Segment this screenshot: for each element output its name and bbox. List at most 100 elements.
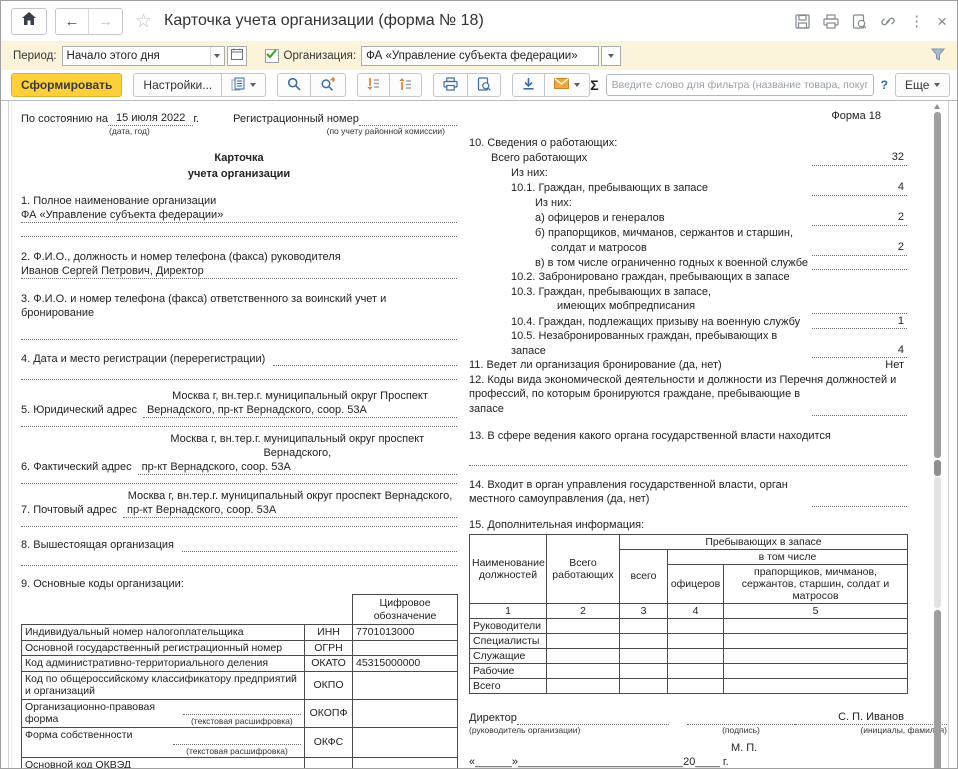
vertical-scrollbar[interactable] [933,101,942,768]
more-menu-icon[interactable]: ⋮ [909,14,924,29]
item2-value: Иванов Сергей Петрович, Директор [21,264,457,279]
form-left-column: По состоянию на 15 июля 2022 г. Регистра… [21,111,457,769]
expand-groups-button[interactable] [389,73,422,97]
print-preview-button[interactable] [467,73,501,97]
scrollbar-grip[interactable] [934,460,941,476]
codes-row-inn: Индивидуальный номер налогоплательщика И… [22,625,458,641]
as-of-suffix: г. [193,112,199,126]
director-caption: (руководитель организации) [469,725,669,735]
forward-icon: → [98,13,113,30]
forward-button[interactable]: → [89,9,122,34]
item4-line [273,365,457,366]
item7-extra-line [21,518,457,527]
t15-header-soldiers: прапорщиков, мичманов, сержантов, старши… [724,564,908,603]
close-icon[interactable]: × [937,13,947,30]
history-nav: ← → [55,8,123,35]
home-button[interactable] [11,8,47,35]
item4-row: 4. Дата и место регистрации (перерегистр… [21,352,457,366]
organization-field[interactable] [361,46,599,66]
item6-value: пр-кт Вернадского, соор. 53А [138,460,457,475]
item7-value: пр-кт Вернадского, соор. 53А [123,503,457,518]
code-abbr: ОКАТО [305,656,353,672]
organization-input[interactable] [362,47,598,65]
code-value: 45315000000 [353,656,458,672]
back-button[interactable]: ← [56,9,89,34]
t15-row-specialists: Специалисты [470,633,908,648]
more-actions-button[interactable]: Еще [895,73,950,97]
send-email-button[interactable] [544,73,590,97]
code-label: Организационно-правовая форма [25,701,183,726]
form-number: Форма 18 [469,109,907,123]
chevron-down-icon [934,83,940,87]
section12-line1: 12. Коды вида экономической деятельности… [469,373,907,388]
scroll-up-icon[interactable] [934,104,940,109]
organization-checkbox[interactable] [265,49,279,63]
period-input[interactable] [63,47,210,65]
save-file-button[interactable] [512,73,545,97]
item3-blank-line [21,326,457,340]
line-value: 4 [812,343,907,359]
report-variants-button[interactable] [221,73,266,97]
line-text: Из них: [535,196,572,211]
item4-label: 4. Дата и место регистрации (перерегистр… [21,352,265,366]
more-actions-label: Еще [905,78,929,92]
app-window: ← → ☆ Карточка учета организации (форма … [0,0,958,769]
report-line: а) офицеров и генералов 2 [469,210,907,226]
section11-value: Нет [812,358,907,373]
line-text: 10.5. Незабронированных граждан, пребыва… [511,329,812,358]
quick-settings-bar: Период: Организация: [1,41,957,70]
scrollbar-thumb[interactable] [934,477,941,608]
settings-button[interactable]: Настройки... [133,73,222,97]
director-name: С. П. Иванов [795,710,947,725]
print-icon[interactable] [823,14,839,29]
period-field[interactable] [62,46,225,66]
item1-value: ФА «Управление субъекта федерации» [21,208,457,223]
code-abbr: ОКОПФ [305,699,353,727]
period-dropdown[interactable] [210,47,224,65]
item6-extra-line [21,475,457,484]
print-icon [443,77,458,94]
code-abbr: ОКФС [305,727,353,757]
collapse-groups-button[interactable] [357,73,390,97]
codes-row-okopf: Организационно-правовая форма (текстовая… [22,699,458,727]
director-label: Директор [469,711,517,725]
section15-title: 15. Дополнительная информация: [469,518,907,532]
scrollbar-segment-top[interactable] [934,112,941,458]
line-value: 1 [812,314,907,330]
check-icon [266,49,277,62]
quick-filter-input[interactable] [606,74,874,96]
t15-header-reserve: Пребывающих в запасе [620,534,908,549]
report-toolbar: Сформировать Настройки... [1,70,957,101]
code-label: Код административно-территориального дел… [22,656,305,672]
section12-line2: профессий, по которым бронируются гражда… [469,387,907,416]
line-value: 32 [812,150,907,166]
item5-value: Вернадского, пр-кт Вернадского, соор. 53… [143,403,457,418]
report-line: 10.3. Граждан, пребывающих в запасе, [469,285,907,300]
organization-dropdown[interactable] [601,46,621,66]
report-line: 10.1. Граждан, пребывающих в запасе 4 [469,180,907,196]
period-calendar-button[interactable] [227,46,247,66]
filter-funnel-icon[interactable] [931,48,945,64]
save-icon[interactable] [795,14,810,29]
item7-overline: Москва г, вн.тер.г. муниципальный округ … [123,489,457,503]
item6-overline: Москва г, вн.тер.г. муниципальный округ … [138,432,457,460]
code-label: Индивидуальный номер налогоплательщика [22,625,305,641]
report-document: По состоянию на 15 июля 2022 г. Регистра… [1,101,957,768]
favorite-star-icon[interactable]: ☆ [135,10,152,33]
item7-block: Москва г, вн.тер.г. муниципальный округ … [21,489,457,518]
code-label: Код по общероссийскому классификатору пр… [22,671,305,699]
help-link[interactable]: ? [881,78,888,92]
name-caption: (инициалы, фамилия) [795,725,947,735]
print-preview-icon [477,77,491,94]
autosum-icon[interactable]: Σ [590,77,598,93]
get-link-icon[interactable] [880,14,896,29]
preview-icon[interactable] [852,14,867,29]
search-next-button[interactable] [310,73,346,97]
report-line: в) в том числе ограниченно годных к воен… [469,256,907,271]
scrollbar-segment-bottom[interactable] [934,610,941,768]
line-text: б) прапорщиков, мичманов, сержантов и ст… [535,226,793,241]
search-button[interactable] [277,73,311,97]
print-button[interactable] [433,73,468,97]
page-title: Карточка учета организации (форма № 18) [164,12,484,30]
generate-button[interactable]: Сформировать [11,73,122,97]
